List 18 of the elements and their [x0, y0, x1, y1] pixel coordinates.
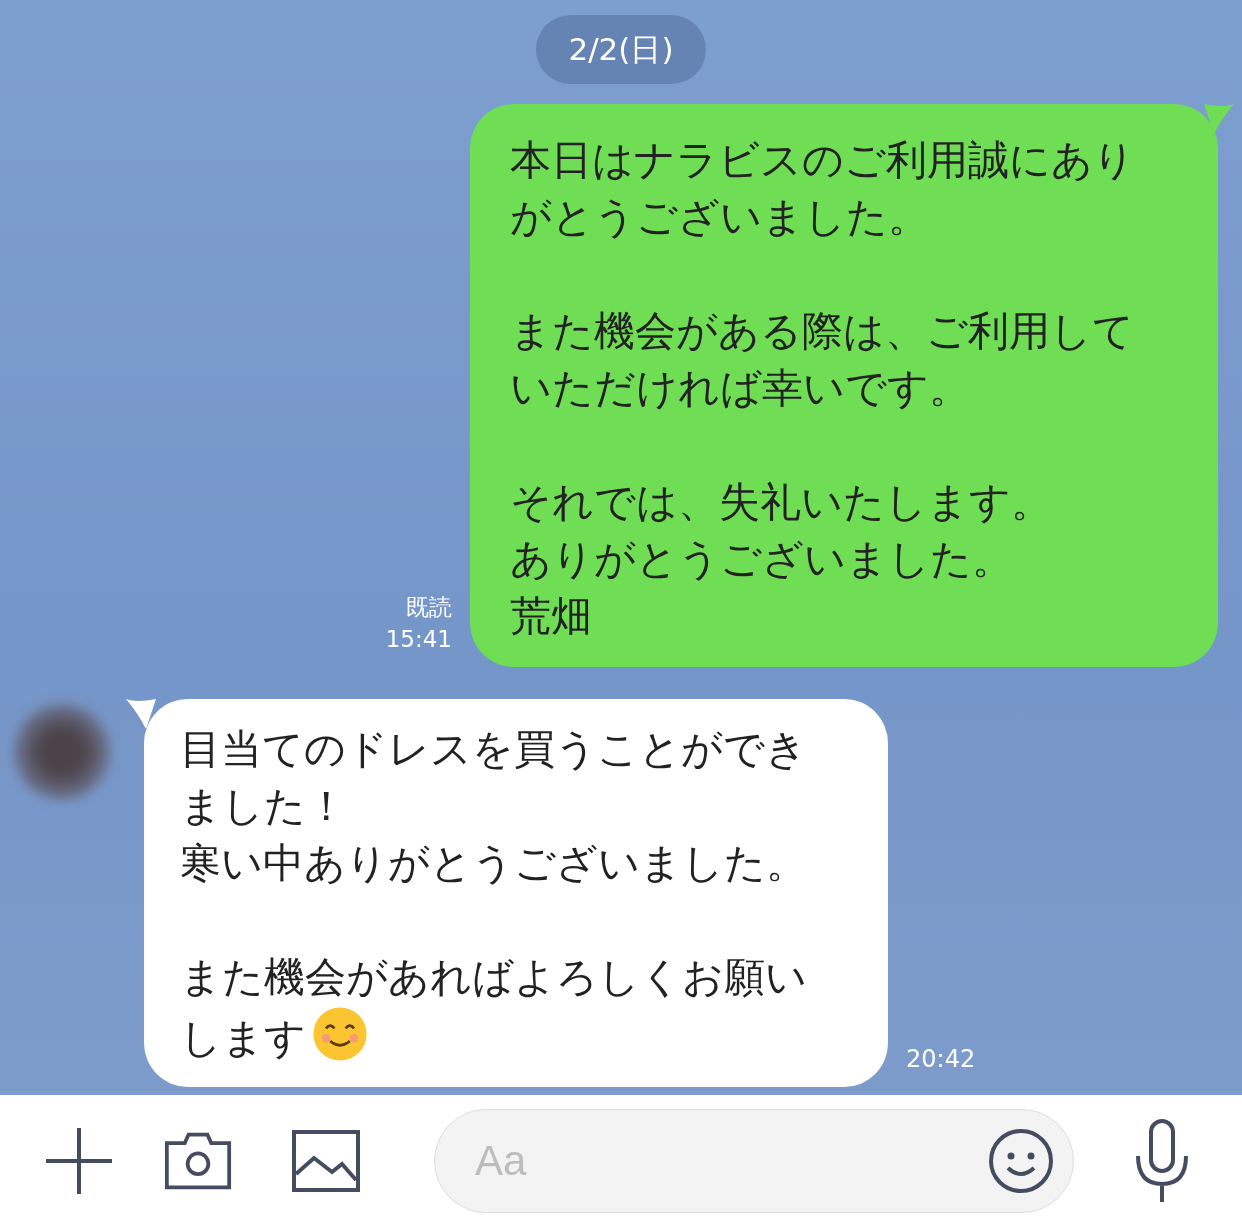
plus-icon[interactable]: [44, 1126, 114, 1196]
message-text: 本日はナラビスのご利用誠にありがとうございました。: [510, 135, 1136, 243]
message-text: また機会がある際は、ご利用していただければ幸いです。: [510, 306, 1135, 414]
microphone-icon[interactable]: [1134, 1118, 1190, 1204]
message-text: また機会があればよろしくお願いします: [180, 952, 808, 1064]
camera-icon[interactable]: [164, 1130, 232, 1192]
message-text: 寒い中ありがとうございました。: [180, 838, 808, 889]
message-text: 目当てのドレスを買うことができました！: [180, 724, 808, 832]
message-text: 荒畑: [510, 591, 593, 642]
date-label: 2/2(日): [536, 15, 706, 84]
read-receipt: 既読: [406, 593, 452, 622]
message-text: ありがとうございました。: [510, 534, 1014, 585]
message-text: それでは、失礼いたします。: [510, 477, 1053, 528]
message-time: 20:42: [906, 1045, 976, 1075]
message-time: 15:41: [385, 625, 452, 654]
avatar[interactable]: [14, 704, 110, 800]
emoji-icon[interactable]: [988, 1128, 1054, 1194]
image-icon[interactable]: [292, 1130, 360, 1192]
